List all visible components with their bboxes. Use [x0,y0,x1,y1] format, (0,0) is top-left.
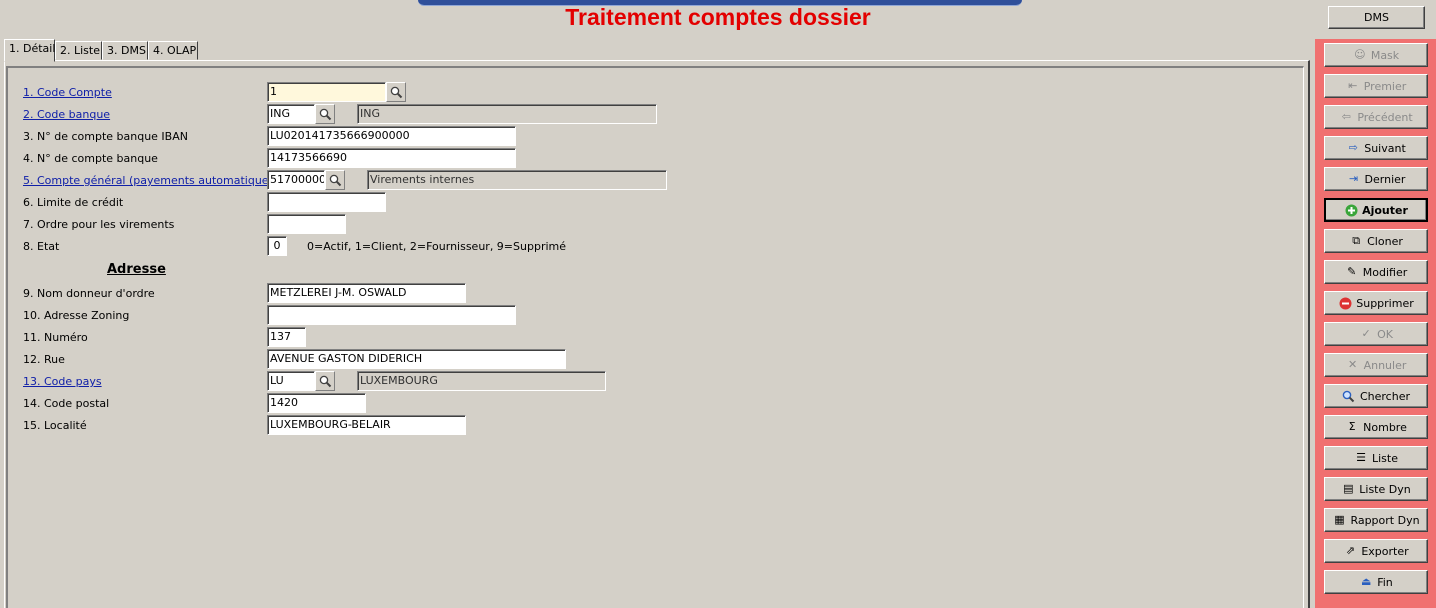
next-record-icon: ⇨ [1348,141,1358,154]
suivant-button[interactable]: ⇨ Suivant [1324,136,1428,160]
first-record-icon: ⇤ [1348,79,1358,92]
limite-credit-field[interactable] [267,192,386,212]
code-compte-field[interactable]: 1 [267,82,386,102]
compte-general-description: Virements internes [367,170,667,190]
search-icon[interactable] [315,104,335,124]
label-code-banque[interactable]: 2. Code banque [23,108,110,121]
sigma-icon: Σ [1348,420,1356,433]
mask-button[interactable]: ☺ Mask [1324,43,1428,67]
label-code-compte[interactable]: 1. Code Compte [23,86,112,99]
liste-button[interactable]: ☰ Liste [1324,446,1428,470]
search-icon[interactable] [325,170,345,190]
compte-general-field[interactable]: 517000000 [267,170,325,190]
localite-field[interactable]: LUXEMBOURG-BELAIR [267,415,466,435]
precedent-button[interactable]: ⇦ Précédent [1324,105,1428,129]
clone-icon: ⧉ [1352,234,1361,247]
label-compte-banque: 4. N° de compte banque [23,152,158,165]
ok-button[interactable]: ✓ OK [1324,322,1428,346]
liste-dyn-button[interactable]: ▤ Liste Dyn [1324,477,1428,501]
exit-icon: ⏏ [1361,575,1372,588]
delete-icon [1338,296,1352,310]
previous-record-icon: ⇦ [1341,110,1351,123]
label-localite: 15. Localité [23,419,87,432]
search-icon[interactable] [386,82,406,102]
page-title: Traitement comptes dossier [565,4,871,30]
label-etat: 8. Etat [23,240,60,253]
label-rue: 12. Rue [23,353,65,366]
report-icon: ▦ [1334,513,1345,526]
ordre-virements-field[interactable] [267,214,346,234]
label-adresse-zoning: 10. Adresse Zoning [23,309,130,322]
code-banque-description: ING [357,104,657,124]
label-code-pays[interactable]: 13. Code pays [23,375,102,388]
tab-liste[interactable]: 2. Liste [55,41,102,60]
cloner-button[interactable]: ⧉ Cloner [1324,229,1428,253]
add-icon [1344,203,1358,217]
compte-banque-field[interactable]: 14173566690 [267,148,516,168]
label-numero: 11. Numéro [23,331,88,344]
code-pays-description: LUXEMBOURG [357,371,606,391]
nom-donneur-field[interactable]: METZLEREI J-M. OSWALD [267,283,466,303]
chercher-button[interactable]: Chercher [1324,384,1428,408]
label-limite-credit: 6. Limite de crédit [23,196,124,209]
numero-field[interactable]: 137 [267,327,306,347]
tab-dms[interactable]: 3. DMS [102,41,148,60]
fin-button[interactable]: ⏏ Fin [1324,570,1428,594]
exporter-button[interactable]: ⇗ Exporter [1324,539,1428,563]
label-compte-general[interactable]: 5. Compte général (payements automatique… [23,174,279,187]
premier-button[interactable]: ⇤ Premier [1324,74,1428,98]
label-iban: 3. N° de compte banque IBAN [23,130,188,143]
tab-detail[interactable]: 1. Détail [4,39,55,62]
check-icon: ✓ [1361,327,1371,340]
adresse-zoning-field[interactable] [267,305,516,325]
tab-olap[interactable]: 4. OLAP [148,41,198,60]
nombre-button[interactable]: Σ Nombre [1324,415,1428,439]
rue-field[interactable]: AVENUE GASTON DIDERICH [267,349,566,369]
etat-hint: 0=Actif, 1=Client, 2=Fournisseur, 9=Supp… [307,240,567,253]
supprimer-button[interactable]: Supprimer [1324,291,1428,315]
label-code-postal: 14. Code postal [23,397,110,410]
code-postal-field[interactable]: 1420 [267,393,366,413]
mask-icon: ☺ [1354,48,1366,61]
label-nom-donneur: 9. Nom donneur d'ordre [23,287,155,300]
edit-icon: ✎ [1347,265,1357,278]
rapport-dyn-button[interactable]: ▦ Rapport Dyn [1324,508,1428,532]
dms-button[interactable]: DMS [1328,6,1425,29]
ajouter-button[interactable]: Ajouter [1324,198,1428,222]
code-banque-field[interactable]: ING [267,104,315,124]
modifier-button[interactable]: ✎ Modifier [1324,260,1428,284]
label-ordre-virements: 7. Ordre pour les virements [23,218,175,231]
export-icon: ⇗ [1345,544,1355,557]
iban-field[interactable]: LU020141735666900000 [267,126,516,146]
etat-field[interactable]: 0 [267,236,287,256]
address-heading: Adresse [107,262,166,277]
last-record-icon: ⇥ [1348,172,1359,185]
annuler-button[interactable]: ✕ Annuler [1324,353,1428,377]
dernier-button[interactable]: ⇥ Dernier [1324,167,1428,191]
dynamic-list-icon: ▤ [1343,482,1354,495]
code-pays-field[interactable]: LU [267,371,315,391]
detail-panel-inner [6,66,1304,608]
cancel-icon: ✕ [1347,358,1358,371]
search-icon[interactable] [315,371,335,391]
list-icon: ☰ [1356,451,1366,464]
search-icon [1342,389,1356,403]
